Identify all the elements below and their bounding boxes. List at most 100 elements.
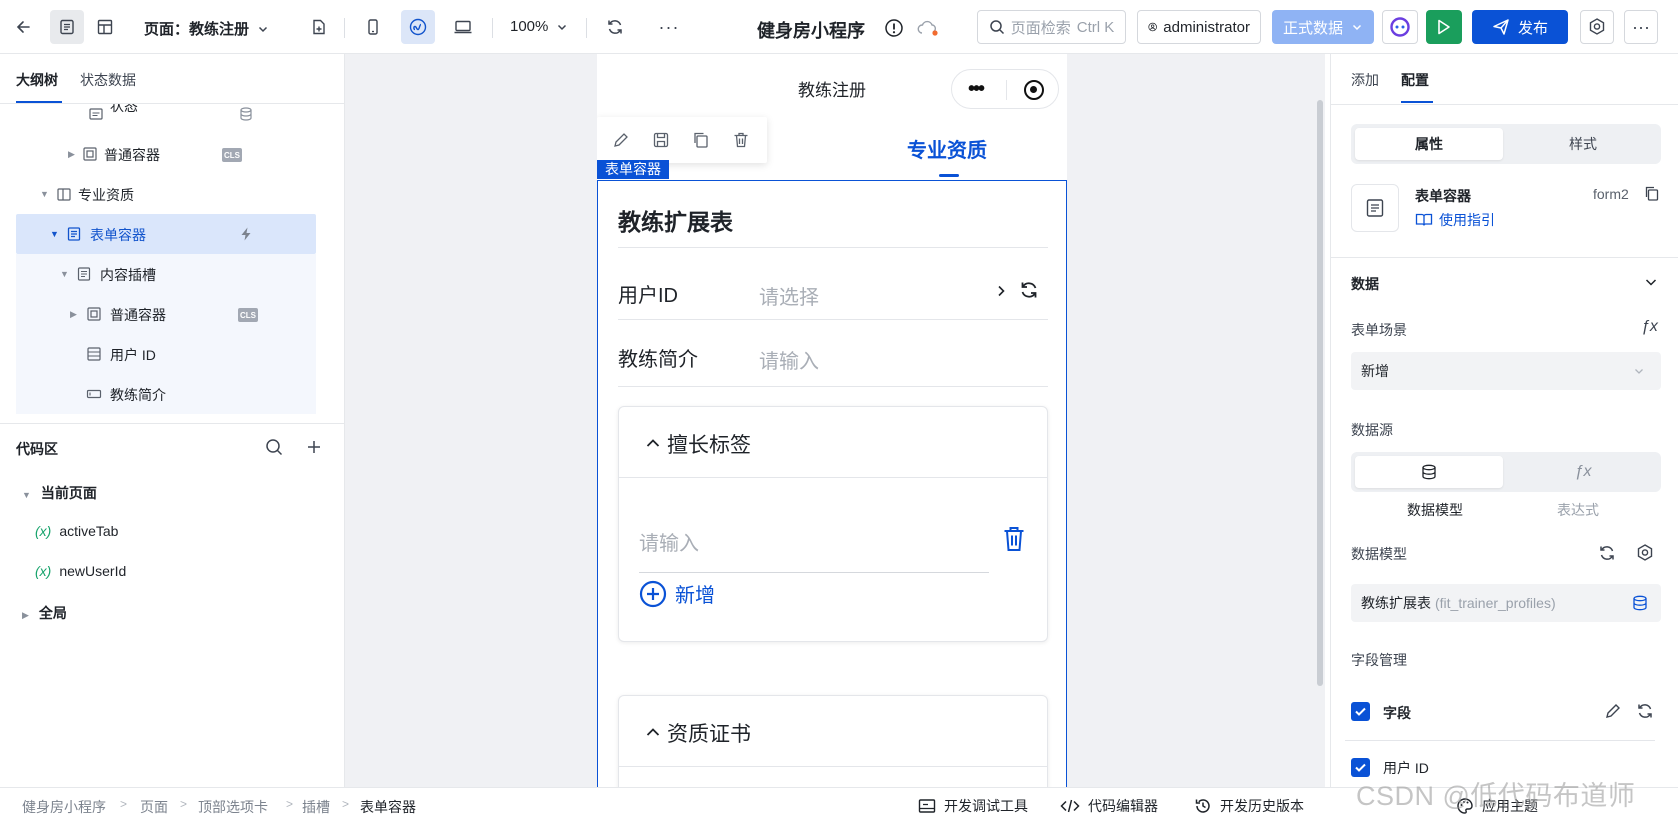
refresh-icon[interactable]	[598, 10, 632, 44]
back-arrow-icon[interactable]	[6, 10, 40, 44]
caret-right-icon[interactable]: ▶	[70, 309, 77, 320]
refresh-icon[interactable]	[1635, 701, 1655, 721]
tree-item-user-id[interactable]: 用户 ID	[16, 334, 316, 374]
tree-item-slot[interactable]: ▼ 内容插槽	[16, 254, 316, 294]
mobile-device-icon[interactable]	[356, 10, 390, 44]
breadcrumb-item[interactable]: 顶部选项卡	[198, 797, 268, 817]
tag-input[interactable]: 请输入	[639, 527, 699, 556]
caret-down-icon[interactable]: ▼	[40, 189, 49, 199]
tree-item-container[interactable]: ▶ 普通容器 CLS	[16, 294, 316, 334]
checkbox-field-group[interactable]	[1351, 702, 1370, 721]
code-area-title: 代码区	[16, 441, 58, 457]
field-label-intro: 教练简介	[618, 349, 698, 371]
tab-outline-tree[interactable]: 大纲树	[16, 70, 58, 90]
delete-trash-icon[interactable]	[731, 130, 751, 150]
chevron-up-icon[interactable]	[645, 724, 660, 738]
dev-history-label: 开发历史版本	[1220, 798, 1304, 814]
ai-assistant-icon[interactable]	[1382, 10, 1418, 44]
tree-item-qualification[interactable]: ▼ 专业资质	[16, 174, 316, 214]
more-menu-icon[interactable]: ···	[1624, 10, 1658, 44]
datasource-expression-option[interactable]: ƒx	[1509, 456, 1657, 488]
add-icon[interactable]	[304, 437, 326, 459]
user-menu[interactable]: administrator	[1137, 10, 1261, 44]
copy-icon[interactable]	[691, 130, 711, 150]
desktop-device-icon[interactable]	[446, 10, 480, 44]
dev-history-button[interactable]: 开发历史版本	[1194, 796, 1304, 816]
edit-pencil-icon[interactable]	[611, 130, 631, 150]
datasource-model-option[interactable]	[1355, 456, 1503, 488]
page-selector[interactable]: 页面：教练注册	[144, 18, 269, 39]
close-target-icon[interactable]	[1024, 80, 1044, 100]
code-editor-button[interactable]: 代码编辑器	[1060, 796, 1158, 816]
refresh-icon[interactable]	[1018, 279, 1040, 301]
caret-down-icon[interactable]: ▼	[60, 269, 69, 279]
canvas-scrollbar[interactable]	[1317, 100, 1323, 686]
intro-input[interactable]: 请输入	[759, 345, 819, 374]
data-mode-label: 正式数据	[1282, 19, 1343, 37]
breadcrumb-item[interactable]: 页面	[140, 797, 168, 817]
settings-gear-icon[interactable]	[1580, 10, 1614, 44]
model-select[interactable]: 教练扩展表 (fit_trainer_profiles)	[1351, 584, 1661, 622]
tree-item-intro[interactable]: 教练简介	[16, 374, 316, 414]
fx-icon[interactable]: ƒx	[1641, 318, 1658, 336]
add-tag-button[interactable]: 新增	[639, 579, 715, 608]
page-view-icon[interactable]	[50, 10, 84, 44]
publish-label: 发布	[1517, 19, 1548, 37]
breadcrumb-current[interactable]: 表单容器	[360, 797, 416, 817]
code-global[interactable]: ▶ 全局	[22, 603, 67, 623]
more-icon[interactable]: ···	[652, 10, 686, 44]
tab-state-data[interactable]: 状态数据	[80, 70, 136, 90]
chevron-down-icon[interactable]	[1643, 274, 1659, 290]
miniprogram-capsule[interactable]: •••	[951, 69, 1059, 109]
new-page-icon[interactable]	[302, 10, 336, 44]
code-var-item[interactable]: (x) activeTab	[35, 523, 118, 539]
tab-add[interactable]: 添加	[1351, 70, 1379, 90]
plus-circle-icon	[639, 580, 667, 607]
usage-guide-link[interactable]: 使用指引	[1415, 210, 1495, 230]
layout-view-icon[interactable]	[88, 10, 122, 44]
refresh-icon[interactable]	[1597, 543, 1617, 563]
lightning-icon[interactable]	[238, 226, 254, 242]
segment-properties[interactable]: 属性	[1355, 128, 1503, 160]
save-icon[interactable]	[651, 130, 671, 150]
publish-button[interactable]: 发布	[1472, 10, 1568, 44]
run-play-icon[interactable]	[1426, 10, 1462, 44]
miniprogram-device-icon[interactable]	[401, 10, 435, 44]
tree-item-state[interactable]: 状态	[16, 104, 316, 124]
cloud-sync-icon[interactable]	[915, 17, 941, 39]
zoom-selector[interactable]: 100%	[510, 18, 568, 35]
tab-config[interactable]: 配置	[1401, 70, 1429, 90]
more-dots-icon[interactable]: •••	[968, 79, 985, 99]
tree-item-form-container[interactable]: ▼ 表单容器	[16, 214, 316, 254]
settings-gear-icon[interactable]	[1635, 543, 1655, 563]
segment-style[interactable]: 样式	[1509, 128, 1657, 160]
copy-icon[interactable]	[1643, 185, 1661, 203]
cls-badge: CLS	[238, 308, 258, 322]
caret-down-icon[interactable]: ▼	[50, 229, 59, 239]
code-var-item[interactable]: (x) newUserId	[35, 563, 126, 579]
code-current-page[interactable]: ▼ 当前页面	[22, 483, 97, 503]
edit-pencil-icon[interactable]	[1603, 701, 1623, 721]
data-mode-selector[interactable]: 正式数据	[1272, 10, 1374, 44]
breadcrumb-item[interactable]: 健身房小程序	[22, 797, 106, 817]
caret-right-icon[interactable]: ▶	[68, 149, 75, 160]
chevron-right-icon[interactable]	[994, 283, 1008, 299]
breadcrumb-item[interactable]: 插槽	[302, 797, 330, 817]
page-search-box[interactable]: 页面检索 Ctrl K	[977, 10, 1126, 44]
tab-qualification[interactable]: 专业资质	[907, 134, 987, 163]
form-scene-select[interactable]: 新增	[1351, 352, 1661, 390]
delete-trash-icon[interactable]	[1001, 525, 1027, 553]
left-tabs: 大纲树 状态数据	[0, 54, 344, 104]
code-var-label: activeTab	[59, 523, 119, 539]
component-id: form2	[1593, 186, 1629, 202]
search-icon[interactable]	[264, 437, 286, 459]
chevron-up-icon[interactable]	[645, 435, 660, 449]
user-id-select[interactable]: 请选择	[759, 281, 819, 310]
specialty-tags-card: 擅长标签 请输入 新增	[618, 406, 1048, 642]
caret-right-icon: ▶	[22, 610, 29, 620]
card-title: 擅长标签	[667, 434, 751, 457]
dev-debug-tools-button[interactable]: 开发调试工具	[918, 796, 1028, 816]
tree-item-container[interactable]: ▶ 普通容器 CLS	[16, 134, 316, 174]
form-container[interactable]: 教练扩展表 用户ID 请选择 教练简介 请输入 擅长标签 请输入 新增 资质证书	[597, 180, 1067, 787]
info-icon[interactable]	[883, 17, 905, 39]
